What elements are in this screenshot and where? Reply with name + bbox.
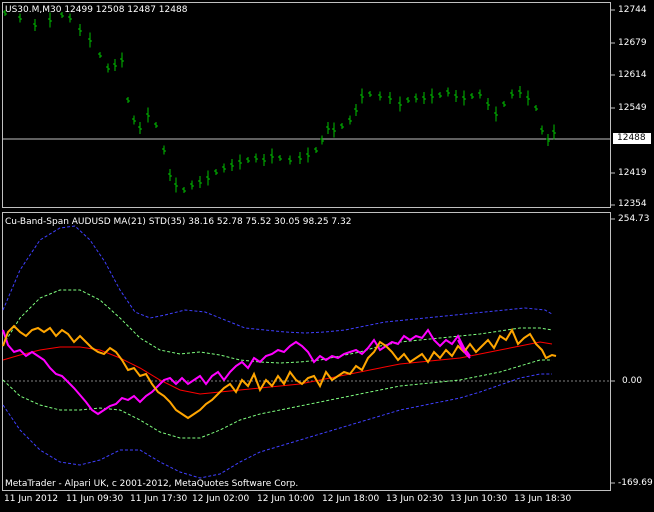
time-label: 13 Jun 10:30: [450, 494, 508, 504]
time-label: 12 Jun 10:00: [257, 494, 315, 504]
price-label: 12419: [618, 168, 647, 178]
price-label: 12549: [618, 103, 647, 113]
indicator-orange-line: [2, 324, 557, 420]
trading-chart[interactable]: [0, 0, 654, 512]
time-label: 11 Jun 17:30: [130, 494, 188, 504]
indicator-main-line: [2, 328, 471, 416]
price-label: 12614: [618, 70, 647, 80]
price-axis-ticks: [611, 9, 615, 484]
current-price-badge: 12488: [613, 133, 651, 144]
indicator-zero-label: 0.00: [622, 376, 643, 386]
time-label: 13 Jun 18:30: [514, 494, 572, 504]
copyright-text: MetaTrader - Alpari UK, c 2001-2012, Met…: [5, 479, 299, 489]
time-label: 12 Jun 18:00: [322, 494, 380, 504]
price-pane-frame: [2, 2, 611, 208]
price-candles: [3, 10, 556, 193]
time-label: 13 Jun 02:30: [386, 494, 444, 504]
time-label: 11 Jun 09:30: [66, 494, 124, 504]
price-label: 12744: [618, 5, 647, 15]
time-label: 12 Jun 02:00: [192, 494, 250, 504]
inner-band-upper: [2, 289, 553, 364]
outer-band-upper: [2, 225, 553, 334]
price-label: 12679: [618, 38, 647, 48]
inner-band-lower: [2, 359, 552, 439]
indicator-max-label: 254.73: [618, 214, 650, 224]
outer-band-lower: [2, 373, 552, 479]
indicator-min-label: -169.69: [618, 478, 653, 488]
price-label: 12354: [618, 199, 647, 209]
indicator-pane-title: Cu-Band-Span AUDUSD MA(21) STD(35) 38.16…: [5, 217, 352, 227]
price-pane-title: US30.M,M30 12499 12508 12487 12488: [5, 5, 188, 15]
time-label: 11 Jun 2012: [4, 494, 59, 504]
